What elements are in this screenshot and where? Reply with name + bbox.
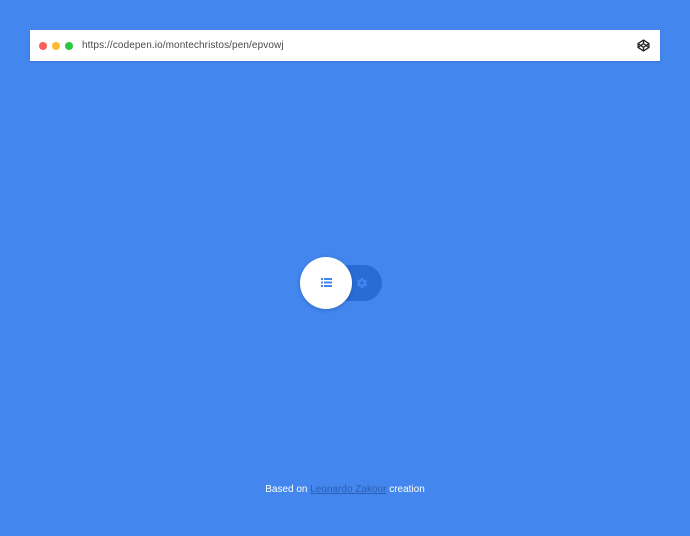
codepen-icon[interactable] xyxy=(636,39,650,53)
url-text[interactable]: https://codepen.io/montechristos/pen/epv… xyxy=(82,40,636,51)
minimize-window-button[interactable] xyxy=(52,41,60,50)
maximize-window-button[interactable] xyxy=(65,41,73,50)
list-icon xyxy=(320,274,332,292)
credit-prefix: Based on xyxy=(265,484,308,495)
author-link[interactable]: Leonardo Zakour xyxy=(310,484,386,495)
close-window-button[interactable] xyxy=(39,41,47,50)
page-canvas: https://codepen.io/montechristos/pen/epv… xyxy=(0,0,690,536)
gear-icon[interactable] xyxy=(355,276,369,290)
credit-suffix: creation xyxy=(389,484,425,495)
footer-credit: Based on Leonardo Zakour creation xyxy=(0,484,690,495)
window-controls xyxy=(39,41,73,50)
toggle-knob[interactable] xyxy=(300,257,352,309)
browser-address-bar: https://codepen.io/montechristos/pen/epv… xyxy=(30,30,660,61)
